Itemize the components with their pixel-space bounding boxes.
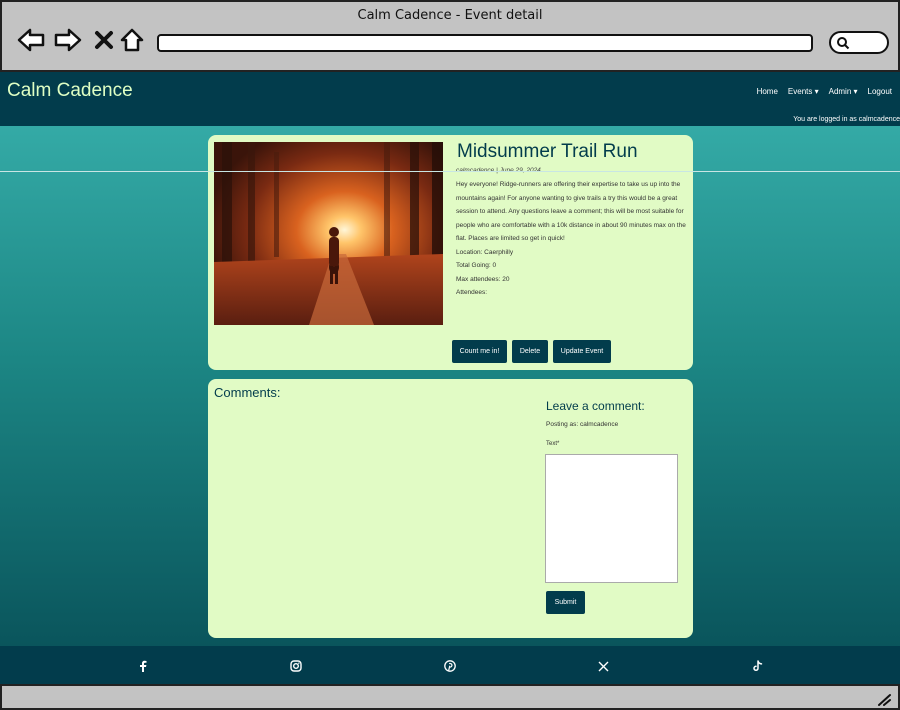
back-button[interactable] [17, 26, 45, 54]
forward-button[interactable] [54, 26, 82, 54]
site-footer [0, 646, 900, 684]
browser-status-bar [0, 684, 900, 710]
stop-button[interactable] [90, 26, 118, 54]
facebook-icon[interactable] [137, 660, 149, 672]
event-max-attendees: Max attendees: 20 [456, 275, 510, 283]
search-icon [837, 37, 850, 50]
resize-grip-icon[interactable] [876, 692, 892, 706]
browser-search[interactable] [829, 31, 889, 54]
nav-links: Home Events ▾ Admin ▾ Logout [757, 87, 892, 96]
nav-logout[interactable]: Logout [868, 87, 892, 96]
nav-home[interactable]: Home [757, 87, 778, 96]
home-button[interactable] [118, 26, 146, 54]
event-image [214, 142, 443, 325]
logged-in-status: You are logged in as calmcadence [793, 116, 900, 123]
event-total-going: Total Going: 0 [456, 262, 497, 269]
comments-heading: Comments: [214, 385, 281, 400]
site-navbar: Calm Cadence Home Events ▾ Admin ▾ Logou… [0, 72, 900, 126]
comments-card: Comments: Leave a comment: Posting as: c… [208, 379, 693, 638]
back-arrow-icon [17, 28, 45, 52]
pinterest-icon[interactable] [444, 660, 456, 672]
comment-text-label: Text* [546, 441, 560, 447]
forward-arrow-icon [54, 28, 82, 52]
nav-admin-dropdown[interactable]: Admin ▾ [829, 87, 858, 96]
address-bar[interactable] [157, 34, 813, 52]
overlay-divider-line [0, 171, 900, 172]
nav-events-dropdown[interactable]: Events ▾ [788, 87, 819, 96]
update-event-button[interactable]: Update Event [553, 340, 611, 363]
submit-comment-button[interactable]: Submit [546, 591, 585, 614]
event-location: Location: Caerphilly [456, 248, 514, 256]
event-title: Midsummer Trail Run [457, 141, 638, 162]
event-details: Hey everyone! Ridge-runners are offering… [456, 178, 686, 300]
comment-textarea[interactable] [545, 454, 678, 583]
posting-as-label: Posting as: calmcadence [546, 421, 619, 428]
close-icon [95, 31, 113, 49]
event-attendees: Attendees: [456, 289, 488, 296]
brand-logo[interactable]: Calm Cadence [7, 80, 133, 102]
count-me-in-button[interactable]: Count me in! [452, 340, 507, 363]
forest-trail-runner-image [214, 142, 443, 325]
browser-toolbar: Calm Cadence - Event detail [0, 0, 900, 72]
window-title: Calm Cadence - Event detail [357, 8, 543, 23]
instagram-icon[interactable] [290, 660, 302, 672]
delete-button[interactable]: Delete [512, 340, 548, 363]
leave-comment-heading: Leave a comment: [546, 399, 645, 413]
event-description: Hey everyone! Ridge-runners are offering… [456, 181, 686, 242]
tiktok-icon[interactable] [751, 660, 763, 672]
x-icon[interactable] [597, 660, 609, 672]
home-icon [120, 28, 144, 52]
